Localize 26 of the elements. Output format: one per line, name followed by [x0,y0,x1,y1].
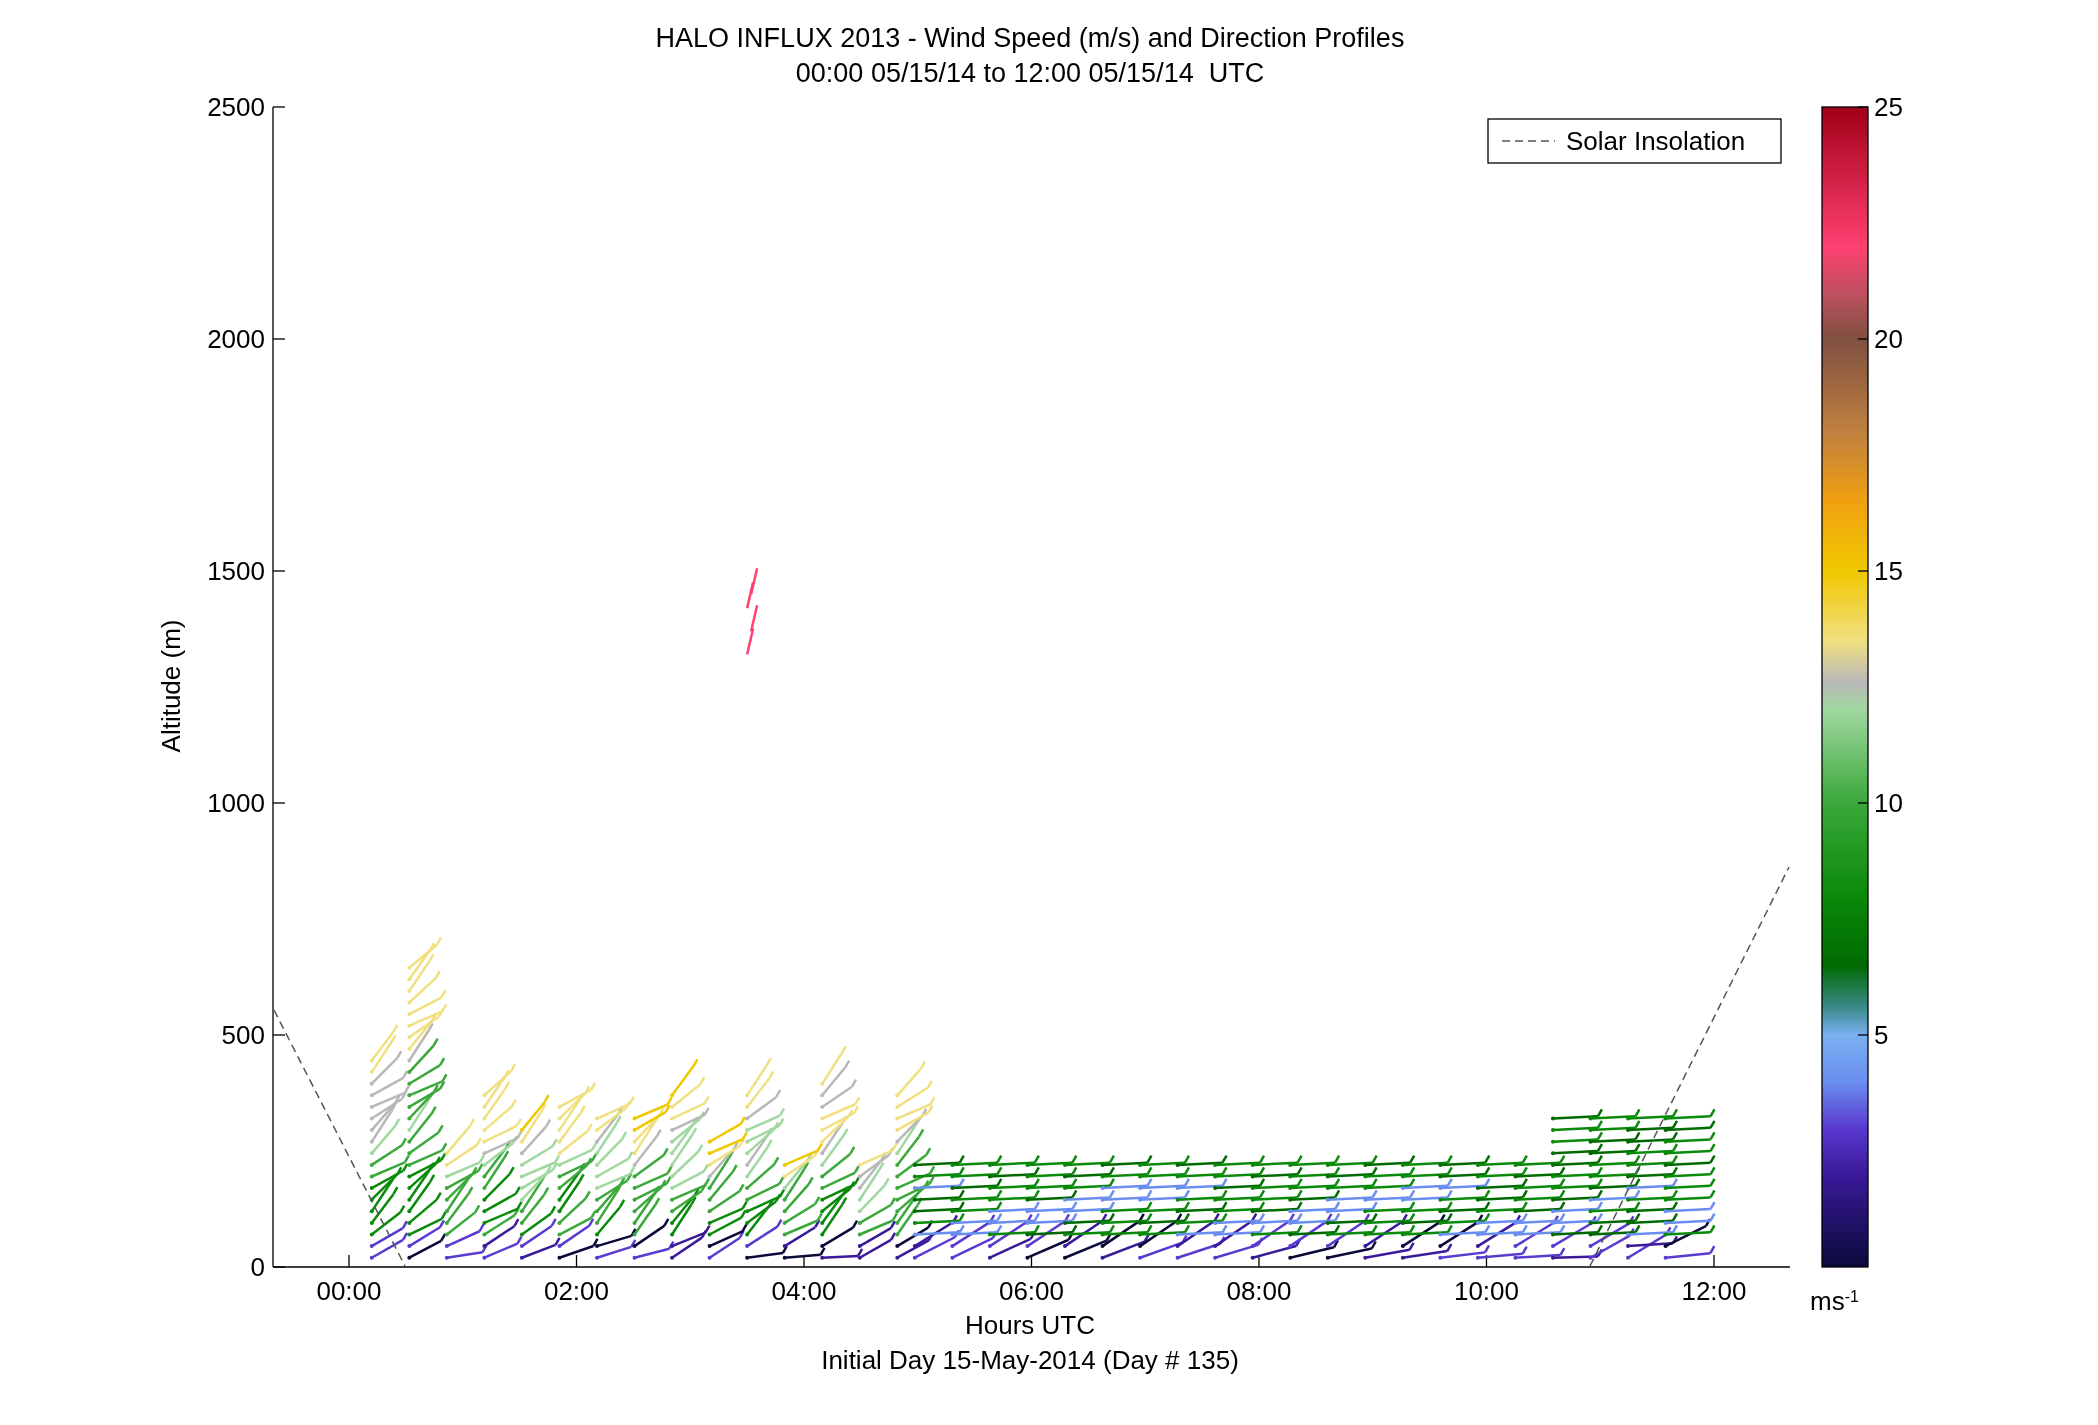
tick-label: 0 [250,1252,265,1282]
tick-label: 10 [1874,788,1903,818]
tick-label: 15 [1874,556,1903,586]
colorbar-unit: ms$^{-1}$ [1810,1288,1859,1314]
tick-label: 02:00 [543,1276,610,1306]
tick-label: 10:00 [1453,1276,1520,1306]
tick-label: 25 [1874,92,1903,122]
tick-label: 04:00 [771,1276,837,1306]
chart-subtitle: Initial Day 15-May-2014 (Day # 135) [821,1345,1239,1375]
chart-title: HALO INFLUX 2013 - Wind Speed (m/s) and Direction Profiles [655,23,1405,53]
tick-label: 08:00 [1226,1276,1292,1306]
tick-label: 2500 [207,92,265,122]
tick-label: 5 [1874,1020,1889,1050]
tick-label: 06:00 [998,1276,1065,1306]
legend-label: Solar Insolation [1566,126,1746,156]
tick-label: 00:00 [316,1276,382,1306]
legend-line-sample [1501,140,1556,142]
tick-label: 2000 [207,324,265,354]
chart-title: 00:00 05/15/14 to 12:00 05/15/14 UTC [795,58,1265,88]
axis-label: Altitude (m) [156,619,186,753]
tick-label: 1500 [207,556,265,586]
tick-label: 1000 [207,788,265,818]
axis-label: Hours UTC [965,1310,1095,1340]
tick-label: 20 [1874,324,1903,354]
tick-label: 12:00 [1681,1276,1747,1306]
tick-label: 500 [221,1020,265,1050]
